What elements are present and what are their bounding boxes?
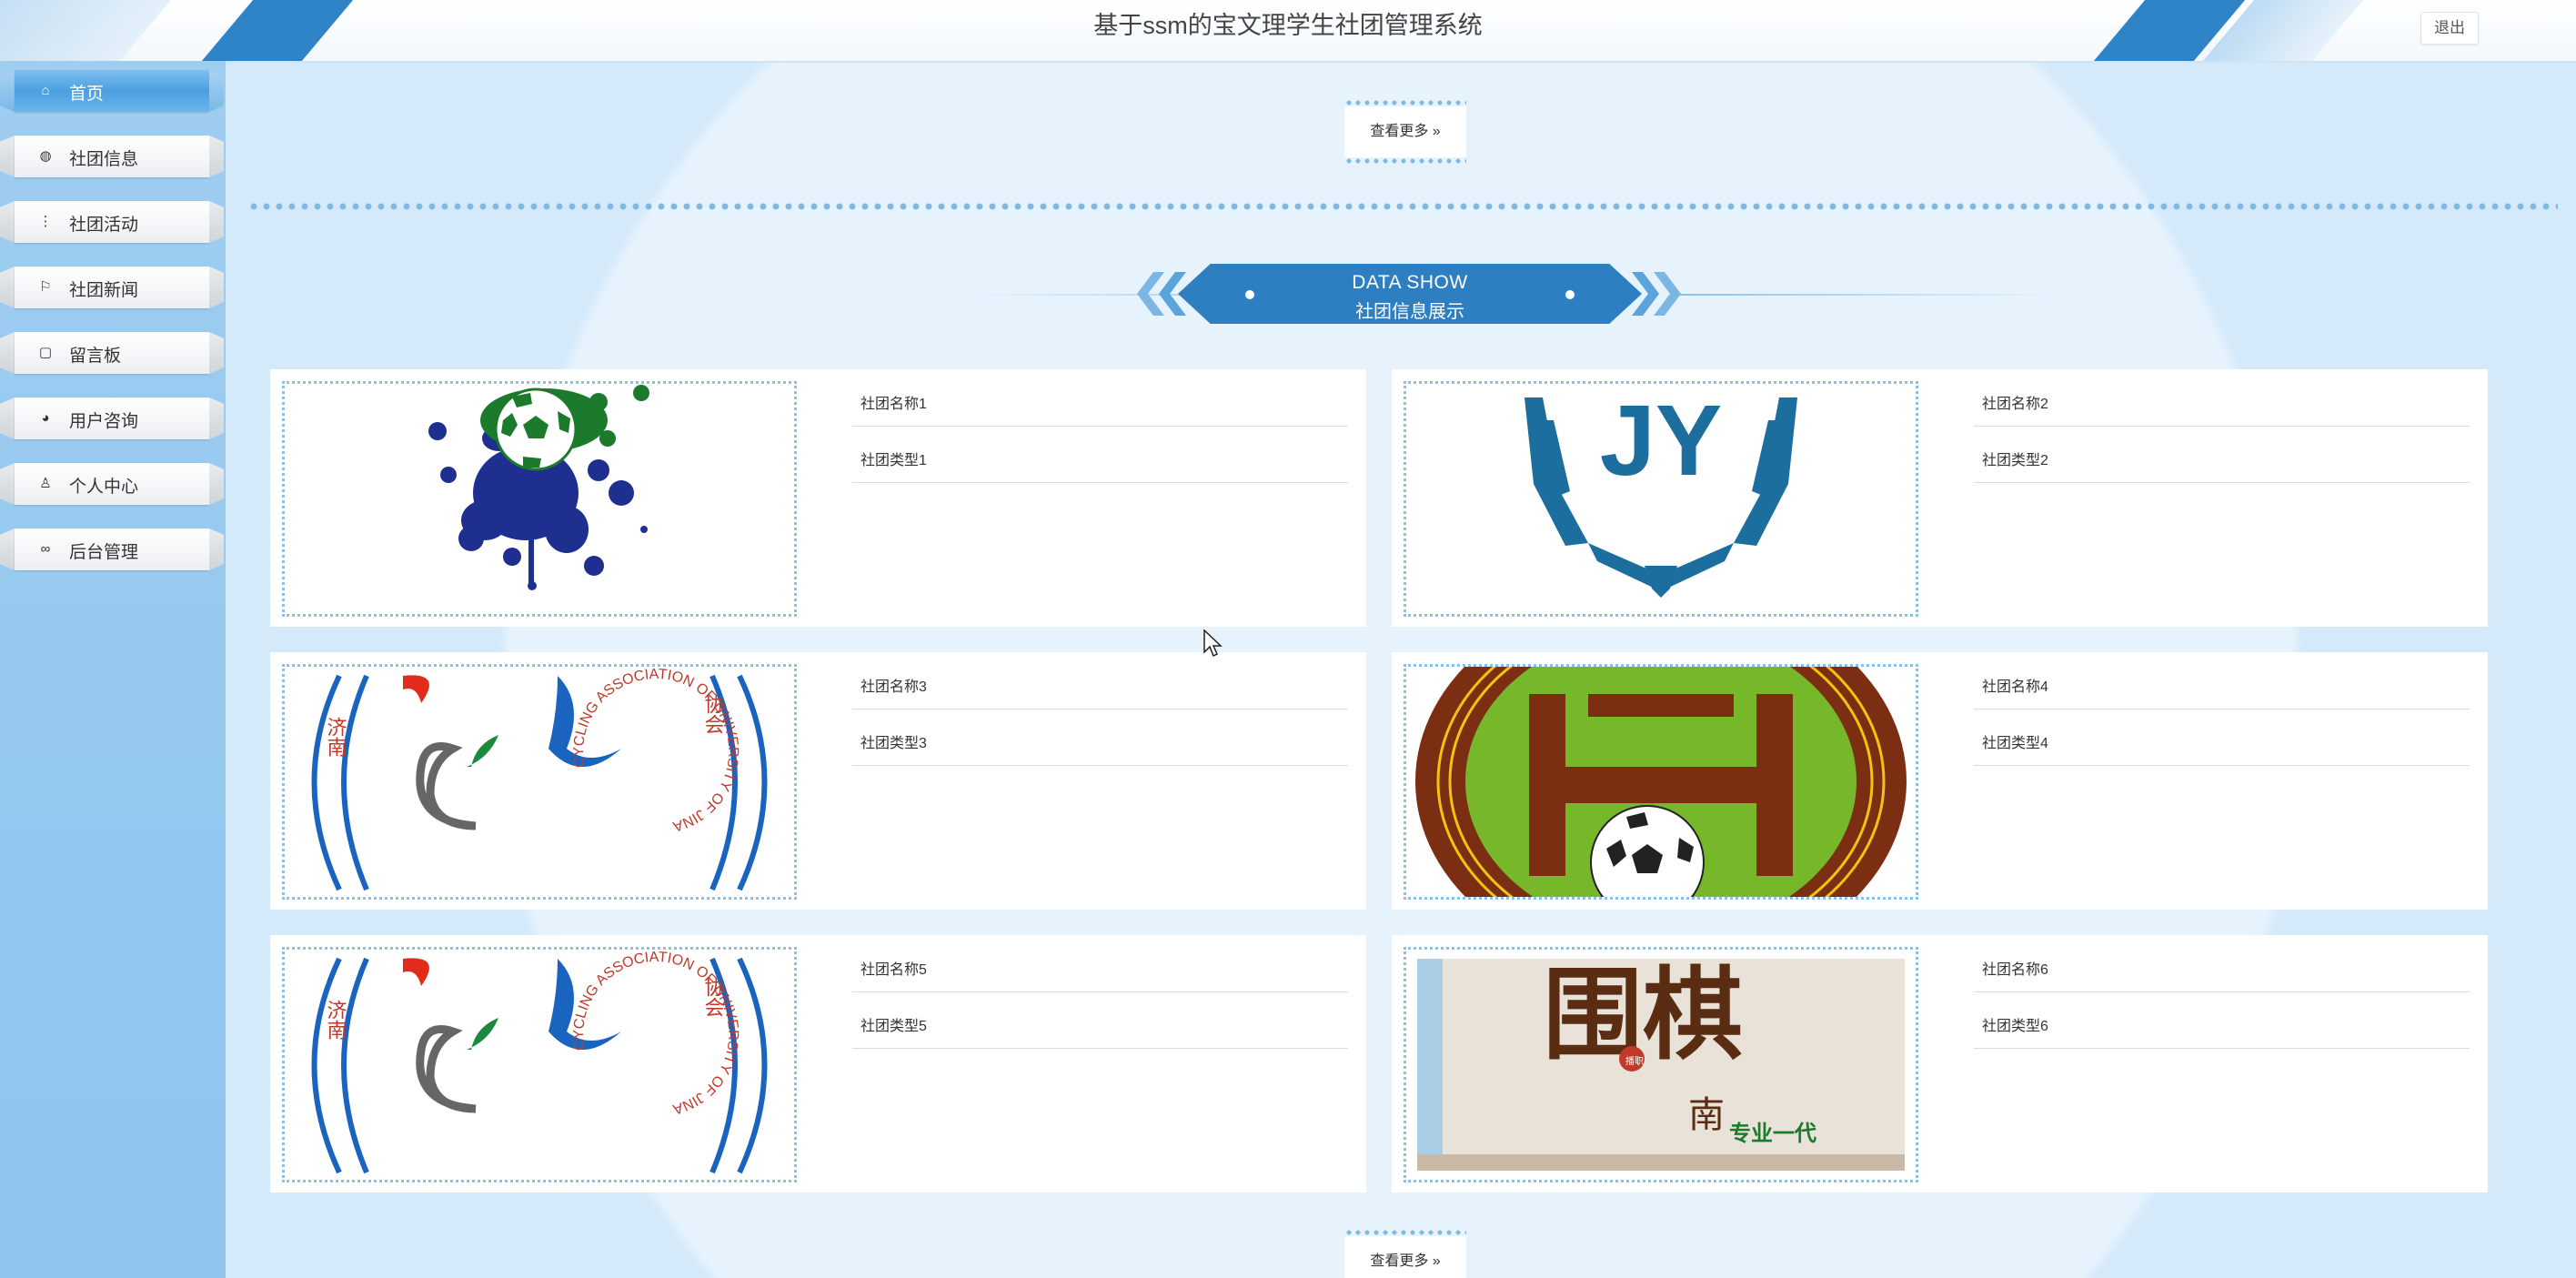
sidebar: ⌂ 首页 ◍ 社团信息 ⋮ 社团活动 ⚐ 社团新闻 ▢ 留言板 ◕ 用户咨询 ♙… <box>0 61 226 1278</box>
home-icon: ⌂ <box>41 83 50 98</box>
chat-icon: ◕ <box>41 410 50 426</box>
cycling-association-logo: CYCLING ASSOCIATION OF UNIVERSITY OF JIN… <box>311 950 768 1174</box>
club-image[interactable]: 围棋 播职 南 专业一代 <box>1404 947 1918 1182</box>
svg-text:济南: 济南 <box>324 1000 347 1040</box>
club-card[interactable]: 社团名称4 社团类型4 <box>1392 652 2488 910</box>
top-header: 基于ssm的宝文理学生社团管理系统 退出 <box>0 0 2576 63</box>
club-name: 社团名称5 <box>860 962 927 978</box>
globe-icon: ◍ <box>39 148 52 164</box>
user-icon: ♙ <box>39 476 52 491</box>
club-type: 社团类型4 <box>1982 736 2048 751</box>
sidebar-item-label: 留言板 <box>69 347 122 366</box>
club-type: 社团类型3 <box>860 736 927 751</box>
club-name-row: 社团名称6 <box>1974 941 2470 992</box>
sidebar-item-club-info[interactable]: ◍ 社团信息 <box>0 130 226 185</box>
club-image[interactable]: JY <box>1404 381 1918 617</box>
svg-text:协会: 协会 <box>701 694 725 734</box>
sidebar-item-personal-center[interactable]: ♙ 个人中心 <box>0 458 226 512</box>
club-type-row: 社团类型2 <box>1974 431 2470 483</box>
view-more-button-top[interactable]: 查看更多 » <box>1344 100 1466 164</box>
club-type: 社团类型5 <box>860 1019 927 1034</box>
club-card[interactable]: CYCLING ASSOCIATION OF UNIVERSITY OF JIN… <box>270 935 1366 1192</box>
banner-title-cn: 社团信息展示 <box>1355 302 1464 322</box>
mouse-cursor-icon <box>1203 629 1223 658</box>
club-card[interactable]: JY 社团名称2 社团类型2 <box>1392 369 2488 627</box>
club-type-row: 社团类型4 <box>1974 714 2470 766</box>
svg-text:济南: 济南 <box>324 717 347 757</box>
dotted-divider <box>247 203 2558 210</box>
club-type-row: 社团类型1 <box>852 431 1348 483</box>
club-name: 社团名称2 <box>1982 397 2048 412</box>
sidebar-item-label: 社团信息 <box>69 150 139 169</box>
club-type-row: 社团类型3 <box>852 714 1348 766</box>
chess-club-poster: 围棋 播职 南 专业一代 <box>1417 956 1905 1171</box>
view-more-button-bottom[interactable]: 查看更多 » <box>1344 1230 1466 1278</box>
club-name: 社团名称4 <box>1982 679 2048 695</box>
club-type-row: 社团类型5 <box>852 997 1348 1049</box>
sidebar-item-label: 个人中心 <box>69 478 139 497</box>
link-icon: ∞ <box>40 541 51 557</box>
svg-text:南: 南 <box>1688 1094 1725 1136</box>
sidebar-item-message-board[interactable]: ▢ 留言板 <box>0 327 226 381</box>
club-name: 社团名称3 <box>860 679 927 695</box>
svg-text:专业一代: 专业一代 <box>1729 1121 1816 1146</box>
site-title: 基于ssm的宝文理学生社团管理系统 <box>1093 12 1483 39</box>
svg-text:CYCLING ASSOCIATION OF UNIVERS: CYCLING ASSOCIATION OF UNIVERSITY OF JIN… <box>571 667 740 834</box>
club-type: 社团类型6 <box>1982 1019 2048 1034</box>
football-club-badge <box>1415 667 1907 897</box>
svg-text:JY: JY <box>1600 385 1723 497</box>
sidebar-item-label: 后台管理 <box>69 543 139 562</box>
sidebar-item-user-consult[interactable]: ◕ 用户咨询 <box>0 392 226 447</box>
club-image[interactable] <box>282 381 797 617</box>
sidebar-item-admin[interactable]: ∞ 后台管理 <box>0 523 226 578</box>
sliders-icon: ⋮ <box>38 214 53 229</box>
club-card[interactable]: 社团名称1 社团类型1 <box>270 369 1366 627</box>
club-type: 社团类型1 <box>860 453 927 468</box>
club-type-row: 社团类型6 <box>1974 997 2470 1049</box>
banner-title-en: DATA SHOW <box>1352 272 1468 293</box>
sidebar-item-home[interactable]: ⌂ 首页 <box>0 65 226 119</box>
club-image[interactable]: CYCLING ASSOCIATION OF UNIVERSITY OF JIN… <box>282 664 797 900</box>
club-name-row: 社团名称5 <box>852 941 1348 992</box>
sidebar-item-label: 社团活动 <box>69 216 139 235</box>
club-name-row: 社团名称3 <box>852 658 1348 709</box>
club-name: 社团名称1 <box>860 397 927 412</box>
sidebar-item-club-news[interactable]: ⚐ 社团新闻 <box>0 261 226 316</box>
logout-button[interactable]: 退出 <box>2420 12 2479 45</box>
section-banner: DATA SHOW 社团信息展示 <box>1178 264 1642 324</box>
svg-text:CYCLING ASSOCIATION OF UNIVERS: CYCLING ASSOCIATION OF UNIVERSITY OF JIN… <box>571 950 740 1117</box>
sidebar-item-label: 首页 <box>69 85 105 104</box>
sidebar-item-label: 用户咨询 <box>69 412 139 431</box>
club-name-row: 社团名称4 <box>1974 658 2470 709</box>
flag-icon: ⚐ <box>39 279 52 295</box>
club-card[interactable]: 围棋 播职 南 专业一代 社团名称6 社团类型6 <box>1392 935 2488 1192</box>
club-type: 社团类型2 <box>1982 453 2048 468</box>
cycling-association-logo: CYCLING ASSOCIATION OF UNIVERSITY OF JIN… <box>311 667 768 891</box>
club-name-row: 社团名称2 <box>1974 375 2470 427</box>
club-name-row: 社团名称1 <box>852 375 1348 427</box>
sidebar-item-club-activities[interactable]: ⋮ 社团活动 <box>0 196 226 250</box>
club-image[interactable] <box>1404 664 1918 900</box>
sidebar-item-label: 社团新闻 <box>69 281 139 300</box>
banner-line-right <box>1674 294 2056 296</box>
paint-splash-soccer-logo <box>428 385 649 590</box>
club-name: 社团名称6 <box>1982 962 2048 978</box>
jy-eagle-logo: JY <box>1524 385 1797 598</box>
svg-text:协会: 协会 <box>701 977 725 1017</box>
main-content: 查看更多 » DATA SHOW 社团信息展示 社团名称1 社团类型1 JY 社… <box>227 63 2576 1278</box>
note-icon: ▢ <box>38 345 53 360</box>
svg-text:播职: 播职 <box>1625 1055 1644 1067</box>
club-card[interactable]: CYCLING ASSOCIATION OF UNIVERSITY OF JIN… <box>270 652 1366 910</box>
club-image[interactable]: CYCLING ASSOCIATION OF UNIVERSITY OF JIN… <box>282 947 797 1182</box>
